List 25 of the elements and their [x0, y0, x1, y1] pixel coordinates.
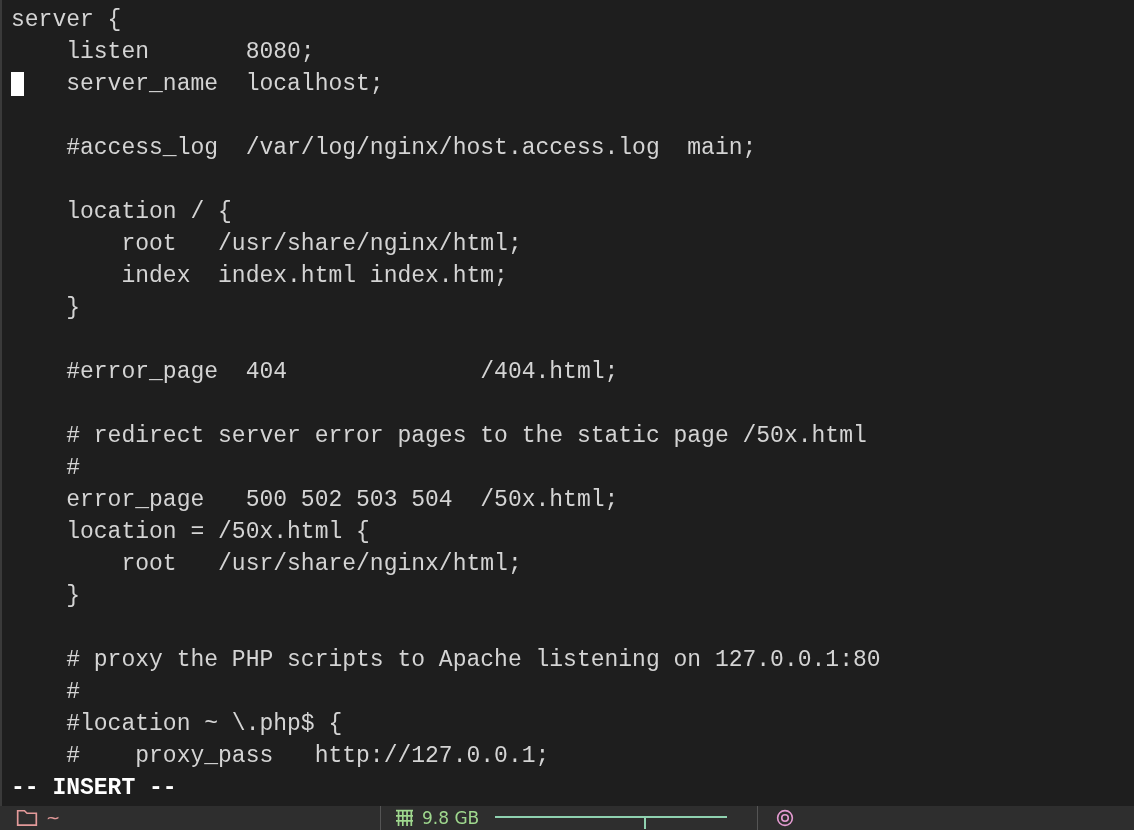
code-line: # [65, 679, 80, 705]
code-line: # [65, 455, 80, 481]
code-line: # proxy_pass http://127.0.0.1; [65, 743, 550, 769]
code-line: #error_page 404 /404.html; [65, 359, 619, 385]
code-line: listen 8080; [65, 39, 315, 65]
code-line: location / { [65, 199, 232, 225]
code-line: error_page 500 502 503 504 /50x.html; [65, 487, 619, 513]
code-line: server_name localhost; [65, 71, 384, 97]
code-line: root /usr/share/nginx/html; [120, 231, 522, 257]
folder-icon [16, 809, 38, 826]
memory-icon [395, 809, 414, 826]
code-line: } [65, 583, 80, 609]
code-line: } [65, 295, 80, 321]
code-line: #location ~ \.php$ { [65, 711, 343, 737]
memory-text: 9.8 GB [422, 809, 480, 827]
code-line: root /usr/share/nginx/html; [120, 551, 522, 577]
code-line: location = /50x.html { [65, 519, 370, 545]
code-line: # proxy the PHP scripts to Apache listening on 127.0.0.1:80 [65, 647, 881, 673]
code-line: index index.html index.htm; [120, 263, 508, 289]
code-line: server { [11, 7, 122, 33]
directory-text: ~ [46, 809, 61, 827]
target-icon [776, 809, 794, 827]
code-line: #access_log /var/log/nginx/host.access.log main; [65, 135, 757, 161]
code-line: # redirect server error pages to the static page /50x.html [65, 423, 867, 449]
mode-indicator: -- INSERT -- [11, 775, 177, 801]
